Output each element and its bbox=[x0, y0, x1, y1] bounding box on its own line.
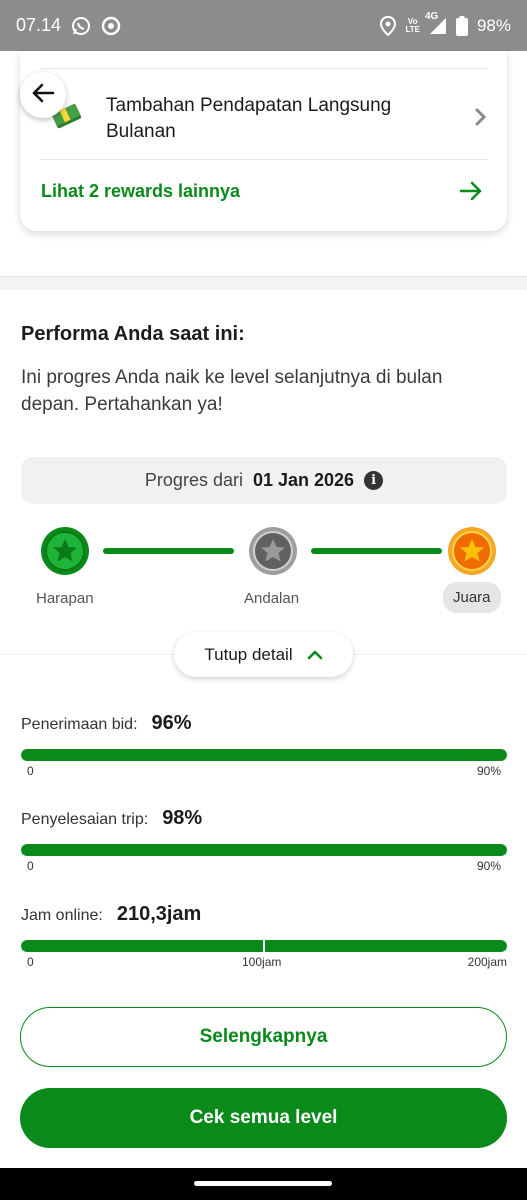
divider bbox=[40, 68, 487, 69]
battery-level: 98% bbox=[476, 15, 511, 35]
details-button[interactable]: Selengkapnya bbox=[20, 1007, 507, 1067]
volte-indicator: Vo LTE bbox=[405, 16, 420, 34]
metric-label: Penerimaan bid: bbox=[21, 716, 138, 733]
status-bar: 07.14 Vo LTE 4G 98% bbox=[0, 0, 527, 51]
star-icon[interactable] bbox=[40, 526, 90, 576]
section-divider bbox=[0, 276, 527, 290]
all-levels-button[interactable]: Cek semua level bbox=[20, 1088, 507, 1148]
scale-min: 0 bbox=[27, 955, 34, 969]
level-label-harapan: Harapan bbox=[36, 590, 94, 607]
reward-card: Tambahan Pendapatan Langsung Bulanan Lih… bbox=[20, 51, 507, 231]
divider bbox=[40, 159, 487, 160]
star-icon[interactable] bbox=[248, 526, 298, 576]
level-label-juara: Juara bbox=[443, 582, 501, 613]
signal-icon: 4G bbox=[425, 11, 447, 35]
metric-value: 96% bbox=[151, 712, 192, 734]
metric-label: Jam online: bbox=[21, 907, 103, 924]
progress-fill bbox=[21, 749, 507, 761]
chevron-up-icon bbox=[307, 645, 323, 665]
level-track: Harapan Andalan Juara bbox=[0, 524, 527, 614]
status-time: 07.14 bbox=[16, 15, 62, 35]
progress-bar bbox=[21, 844, 507, 856]
whatsapp-icon bbox=[71, 16, 91, 36]
metric-value: 210,3jam bbox=[116, 903, 202, 925]
progress-date: 01 Jan 2026 bbox=[252, 470, 355, 490]
chevron-right-icon bbox=[475, 105, 487, 133]
metric-online-hours: Jam online: 210,3jam 0 100jam 200jam bbox=[21, 903, 507, 971]
metric-bid-acceptance: Penerimaan bid: 96% 0 90% bbox=[21, 712, 507, 780]
scale-mid: 100jam bbox=[242, 955, 282, 969]
more-rewards-link[interactable]: Lihat 2 rewards lainnya bbox=[41, 181, 483, 202]
progress-scale: 0 90% bbox=[21, 859, 507, 875]
back-button[interactable] bbox=[20, 72, 66, 118]
reward-item[interactable]: Tambahan Pendapatan Langsung Bulanan bbox=[50, 89, 487, 149]
progress-period: Progres dari 01 Jan 2026 i bbox=[21, 457, 507, 504]
scale-max: 90% bbox=[476, 859, 501, 873]
info-icon[interactable]: i bbox=[364, 471, 384, 490]
star-icon[interactable] bbox=[447, 526, 497, 576]
battery-icon bbox=[455, 15, 468, 36]
level-connector bbox=[103, 548, 234, 554]
location-icon bbox=[380, 15, 397, 36]
system-nav-bar bbox=[0, 1168, 527, 1200]
performance-title: Performa Anda saat ini: bbox=[21, 323, 245, 345]
toggle-detail-label: Tutup detail bbox=[204, 644, 293, 664]
progress-tick bbox=[263, 940, 265, 952]
scale-max: 90% bbox=[476, 764, 501, 778]
progress-fill bbox=[21, 844, 507, 856]
metric-label: Penyelesaian trip: bbox=[21, 811, 149, 828]
progress-scale: 0 100jam 200jam bbox=[21, 955, 507, 971]
progress-label: Progres dari bbox=[144, 470, 243, 490]
metric-value: 98% bbox=[162, 807, 203, 829]
progress-bar bbox=[21, 749, 507, 761]
toggle-detail-button[interactable]: Tutup detail bbox=[174, 632, 353, 677]
scale-min: 0 bbox=[27, 764, 34, 778]
reward-item-label: Tambahan Pendapatan Langsung Bulanan bbox=[106, 95, 392, 142]
metric-trip-completion: Penyelesaian trip: 98% 0 90% bbox=[21, 807, 507, 875]
arrow-left-icon bbox=[31, 83, 55, 108]
performance-description: Ini progres Anda naik ke level selanjutn… bbox=[21, 367, 443, 415]
level-label-andalan: Andalan bbox=[244, 590, 300, 607]
app-icon bbox=[101, 16, 121, 36]
arrow-right-icon bbox=[459, 181, 483, 202]
scale-min: 0 bbox=[27, 859, 34, 873]
level-connector bbox=[311, 548, 442, 554]
progress-scale: 0 90% bbox=[21, 764, 507, 780]
progress-bar bbox=[21, 940, 507, 952]
more-rewards-label: Lihat 2 rewards lainnya bbox=[41, 181, 241, 201]
home-handle[interactable] bbox=[194, 1181, 332, 1186]
scale-max: 200jam bbox=[467, 955, 507, 969]
